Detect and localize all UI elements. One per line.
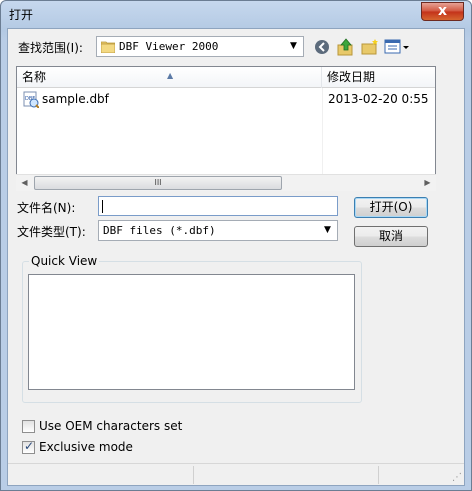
filetype-value: DBF files (*.dbf)	[103, 224, 216, 237]
scroll-thumb-grip: III	[154, 178, 162, 187]
quick-view-title: Quick View	[29, 254, 100, 268]
resize-grip-icon[interactable]: ⋰	[452, 472, 462, 483]
column-header-modified-label: 修改日期	[327, 70, 376, 84]
file-list[interactable]: 名称 ▲ 修改日期 DBF sample.dbf 2013-02-20 0:55	[16, 66, 436, 189]
filetype-label: 文件类型(T):	[17, 225, 86, 239]
cancel-button[interactable]: 取消	[354, 226, 428, 247]
chevron-down-icon[interactable]: ▼	[286, 38, 301, 55]
filename-input[interactable]	[98, 196, 338, 216]
column-header-name[interactable]: 名称 ▲	[17, 67, 322, 88]
new-folder-icon	[361, 39, 378, 55]
scroll-right-icon[interactable]: ▶	[419, 175, 436, 191]
open-dialog: 打开 x 查找范围(I): DBF Viewer 2000 ▼ 名称 ▲ 修改日…	[0, 0, 472, 491]
text-caret	[102, 200, 103, 213]
up-folder-icon	[337, 38, 353, 56]
close-icon: x	[437, 3, 448, 19]
new-folder-button[interactable]	[360, 37, 380, 57]
quick-view-group: Quick View	[22, 254, 362, 403]
exclusive-label[interactable]: Exclusive mode	[39, 440, 133, 454]
file-name: sample.dbf	[42, 92, 109, 106]
back-button[interactable]	[313, 37, 333, 57]
cancel-button-label: 取消	[378, 229, 403, 243]
horizontal-scrollbar[interactable]: ◀ III ▶	[16, 174, 436, 191]
folder-icon	[101, 41, 115, 53]
back-arrow-icon	[315, 40, 329, 54]
open-button[interactable]: 打开(O)	[354, 197, 428, 218]
scroll-left-icon[interactable]: ◀	[16, 175, 33, 191]
list-header: 名称 ▲ 修改日期	[17, 67, 435, 88]
sort-ascending-icon: ▲	[167, 71, 174, 80]
filename-label: 文件名(N):	[17, 201, 76, 215]
open-button-label: 打开(O)	[369, 200, 413, 214]
status-divider	[193, 466, 194, 484]
title-bar[interactable]: 打开 x	[1, 1, 471, 27]
close-button[interactable]: x	[421, 2, 464, 21]
filetype-combo[interactable]: DBF files (*.dbf) ▼	[98, 220, 338, 241]
view-grid-icon	[384, 39, 409, 54]
oem-label[interactable]: Use OEM characters set	[39, 419, 182, 433]
lookin-label: 查找范围(I):	[18, 41, 83, 55]
window-title: 打开	[9, 8, 34, 22]
column-header-modified[interactable]: 修改日期	[322, 67, 435, 88]
up-folder-button[interactable]	[336, 37, 356, 57]
exclusive-checkbox[interactable]: ✓	[22, 439, 35, 454]
status-divider	[378, 466, 379, 484]
file-modified: 2013-02-20 0:55	[328, 92, 429, 106]
checkmark-icon: ✓	[24, 439, 35, 453]
status-bar: ⋰	[8, 463, 464, 485]
list-item[interactable]: DBF sample.dbf 2013-02-20 0:55	[17, 90, 435, 110]
quick-view-preview	[28, 274, 355, 390]
scroll-thumb[interactable]: III	[34, 176, 282, 190]
dbf-file-icon: DBF	[23, 91, 39, 108]
lookin-value: DBF Viewer 2000	[119, 40, 219, 53]
chevron-down-icon[interactable]: ▼	[320, 222, 335, 239]
dialog-client-area: 查找范围(I): DBF Viewer 2000 ▼ 名称 ▲ 修改日期 DBF…	[7, 28, 465, 486]
view-menu-button[interactable]	[384, 37, 412, 57]
oem-checkbox[interactable]	[22, 420, 35, 433]
column-header-name-label: 名称	[22, 70, 47, 84]
lookin-combo[interactable]: DBF Viewer 2000 ▼	[96, 36, 304, 57]
